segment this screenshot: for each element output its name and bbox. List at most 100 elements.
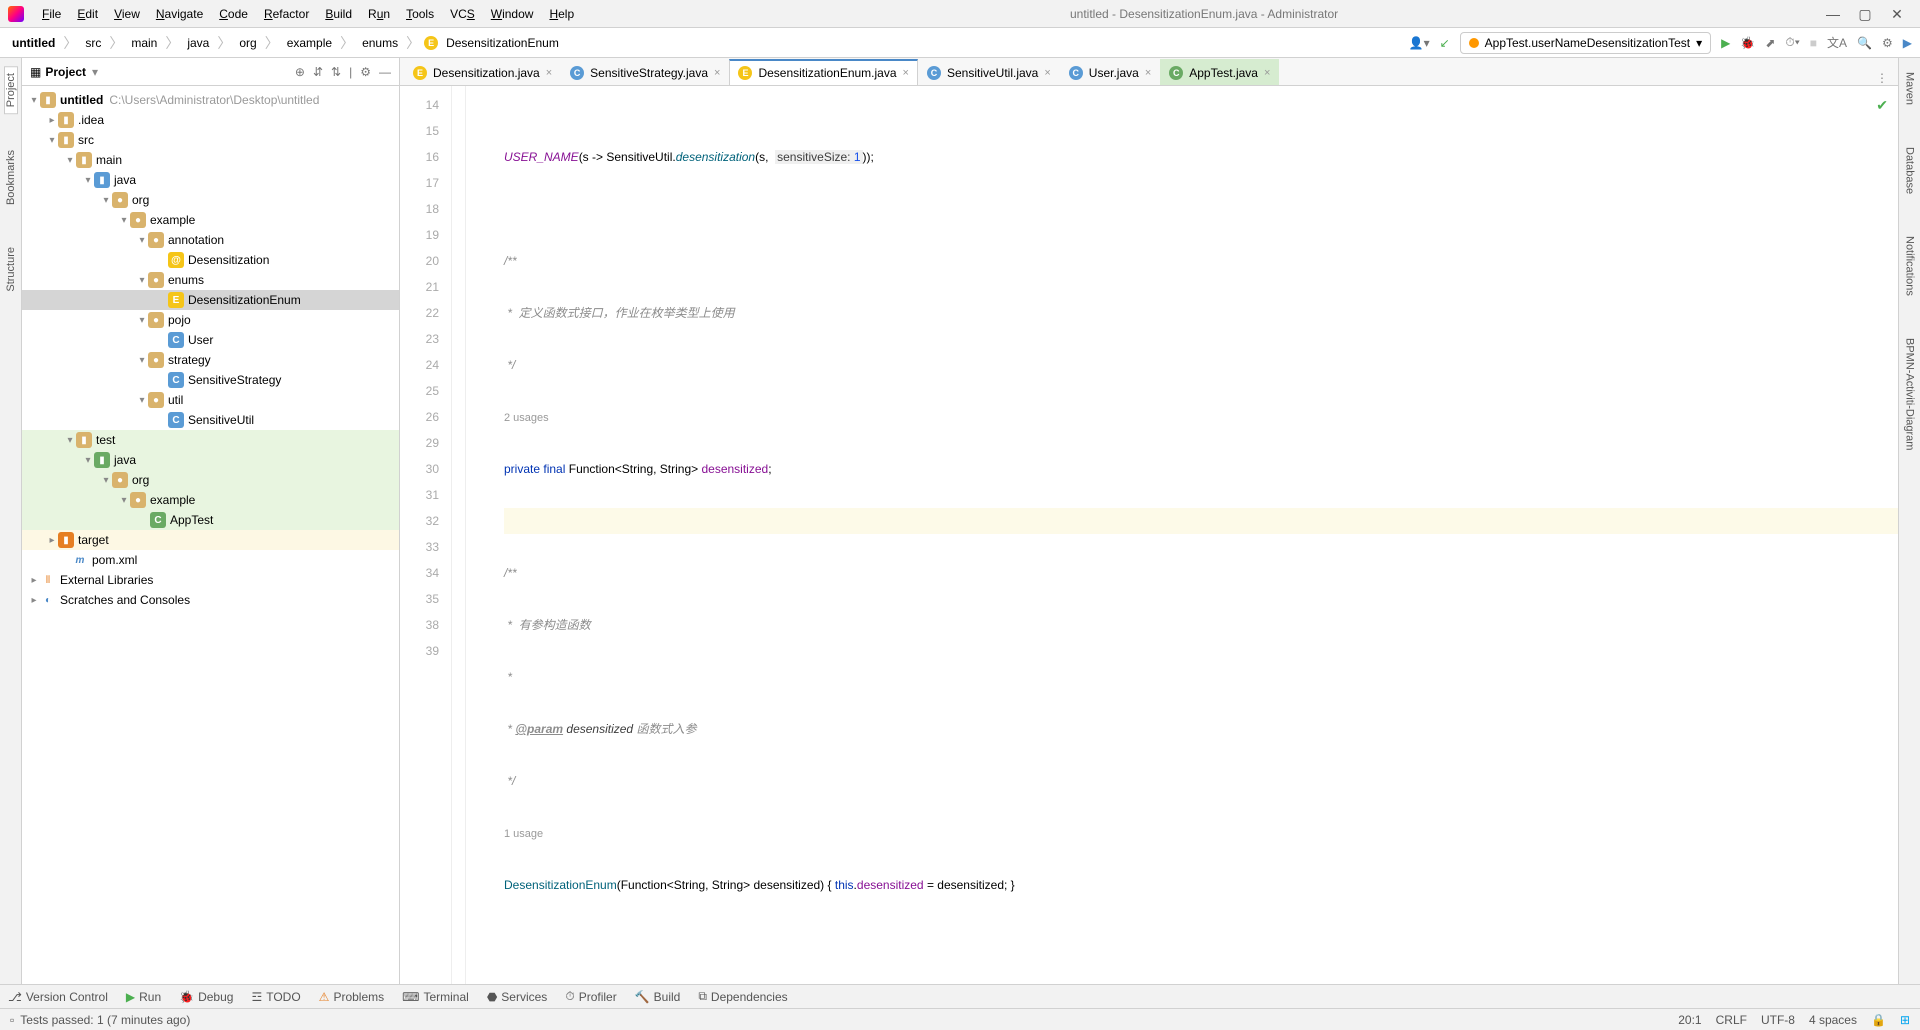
tree-test[interactable]: ▾▮test — [22, 430, 399, 450]
tool-services[interactable]: ⬣Services — [487, 990, 548, 1004]
inspection-ok-icon[interactable]: ✔ — [1876, 92, 1888, 118]
tree-test-org[interactable]: ▾●org — [22, 470, 399, 490]
menu-navigate[interactable]: Navigate — [148, 4, 211, 24]
bc-class[interactable]: DesensitizationEnum — [442, 34, 563, 52]
close-tab-icon[interactable]: × — [1264, 67, 1270, 79]
tool-terminal[interactable]: ⌨Terminal — [402, 990, 469, 1004]
locate-icon[interactable]: ⊕ — [295, 65, 305, 79]
tab-menu-icon[interactable]: ⋮ — [1866, 71, 1898, 85]
menu-help[interactable]: Help — [541, 4, 582, 24]
tree-scratches[interactable]: ▸◐Scratches and Consoles — [22, 590, 399, 610]
tree-util[interactable]: ▾●util — [22, 390, 399, 410]
code-content[interactable]: ✔ USER_NAME(s -> SensitiveUtil.desensiti… — [466, 86, 1898, 984]
close-tab-icon[interactable]: × — [1044, 67, 1050, 79]
run-config-selector[interactable]: AppTest.userNameDesensitizationTest ▾ — [1460, 32, 1711, 54]
readonly-icon[interactable]: 🔒 — [1871, 1013, 1886, 1027]
tab-bookmarks[interactable]: Bookmarks — [5, 144, 17, 211]
tree-enums[interactable]: ▾●enums — [22, 270, 399, 290]
minimize-icon[interactable]: — — [1826, 7, 1840, 21]
menu-tools[interactable]: Tools — [398, 4, 442, 24]
tree-pom[interactable]: mpom.xml — [22, 550, 399, 570]
maximize-icon[interactable]: ▢ — [1858, 7, 1872, 21]
run-anything-icon[interactable]: ▶ — [1903, 36, 1912, 50]
tab-user[interactable]: CUser.java× — [1060, 59, 1160, 85]
close-tab-icon[interactable]: × — [714, 67, 720, 79]
menu-file[interactable]: File — [34, 4, 69, 24]
gear-icon[interactable]: ⚙ — [360, 65, 371, 79]
search-icon[interactable]: 🔍 — [1857, 36, 1872, 50]
run-button[interactable]: ▶ — [1721, 36, 1730, 50]
bc-java[interactable]: java — [183, 34, 213, 52]
bc-untitled[interactable]: untitled — [8, 34, 59, 52]
tree-sensitive-util[interactable]: CSensitiveUtil — [22, 410, 399, 430]
tab-database[interactable]: Database — [1904, 141, 1916, 200]
tree-org[interactable]: ▾●org — [22, 190, 399, 210]
menu-vcs[interactable]: VCS — [442, 4, 483, 24]
settings-icon[interactable]: ⚙ — [1882, 36, 1893, 50]
bc-enums[interactable]: enums — [358, 34, 402, 52]
tool-build[interactable]: 🔨Build — [635, 990, 681, 1004]
tree-annotation[interactable]: ▾●annotation — [22, 230, 399, 250]
tool-version-control[interactable]: ⎇Version Control — [8, 990, 108, 1004]
tree-root[interactable]: ▾▮untitledC:\Users\Administrator\Desktop… — [22, 90, 399, 110]
tree-pojo[interactable]: ▾●pojo — [22, 310, 399, 330]
profile-button[interactable]: ⏱▾ — [1785, 35, 1799, 50]
tool-run[interactable]: ▶Run — [126, 990, 161, 1004]
bc-example[interactable]: example — [283, 34, 336, 52]
menu-code[interactable]: Code — [211, 4, 256, 24]
chevron-down-icon[interactable]: ▾ — [92, 65, 98, 79]
hide-icon[interactable]: — — [379, 65, 391, 79]
tool-profiler[interactable]: ⏱Profiler — [565, 989, 616, 1004]
indent-settings[interactable]: 4 spaces — [1809, 1013, 1857, 1027]
tab-sensitive-strategy[interactable]: CSensitiveStrategy.java× — [561, 59, 729, 85]
caret-position[interactable]: 20:1 — [1678, 1013, 1701, 1027]
tree-desensitization[interactable]: @Desensitization — [22, 250, 399, 270]
close-icon[interactable]: ✕ — [1890, 7, 1904, 21]
tree-main[interactable]: ▾▮main — [22, 150, 399, 170]
menu-window[interactable]: Window — [483, 4, 542, 24]
tab-bpmn[interactable]: BPMN-Activiti-Diagram — [1904, 332, 1916, 456]
close-tab-icon[interactable]: × — [903, 67, 909, 79]
collapse-icon[interactable]: ⇅ — [331, 65, 341, 79]
bc-main[interactable]: main — [127, 34, 161, 52]
menu-edit[interactable]: Edit — [69, 4, 106, 24]
coverage-button[interactable]: ⬈ — [1765, 36, 1775, 50]
bc-org[interactable]: org — [235, 34, 260, 52]
tree-src[interactable]: ▾▮src — [22, 130, 399, 150]
close-tab-icon[interactable]: × — [1145, 67, 1151, 79]
tab-structure[interactable]: Structure — [5, 241, 17, 298]
tree-target[interactable]: ▸▮target — [22, 530, 399, 550]
tool-todo[interactable]: ☲TODO — [251, 990, 300, 1004]
tab-project[interactable]: Project — [4, 66, 18, 114]
tree-test-example[interactable]: ▾●example — [22, 490, 399, 510]
tree-test-java[interactable]: ▾▮java — [22, 450, 399, 470]
user-icon[interactable]: 👤▾ — [1409, 36, 1430, 50]
tree-user[interactable]: CUser — [22, 330, 399, 350]
stop-button[interactable]: ■ — [1810, 36, 1817, 50]
translate-icon[interactable]: 文A — [1827, 34, 1847, 51]
close-tab-icon[interactable]: × — [546, 67, 552, 79]
tab-desensitization-enum[interactable]: EDesensitizationEnum.java× — [729, 59, 918, 85]
tree-java[interactable]: ▾▮java — [22, 170, 399, 190]
tree-desensitization-enum[interactable]: EDesensitizationEnum — [22, 290, 399, 310]
menu-refactor[interactable]: Refactor — [256, 4, 317, 24]
menu-run[interactable]: Run — [360, 4, 398, 24]
status-icon[interactable]: ▫ — [10, 1013, 14, 1027]
line-separator[interactable]: CRLF — [1716, 1013, 1747, 1027]
tree-example[interactable]: ▾●example — [22, 210, 399, 230]
debug-button[interactable]: 🐞 — [1740, 36, 1755, 50]
tab-sensitive-util[interactable]: CSensitiveUtil.java× — [918, 59, 1060, 85]
menu-build[interactable]: Build — [317, 4, 360, 24]
build-icon[interactable]: ↙ — [1440, 36, 1450, 50]
tree-external-libs[interactable]: ▸⫴External Libraries — [22, 570, 399, 590]
expand-icon[interactable]: ⇵ — [313, 65, 323, 79]
menu-view[interactable]: View — [106, 4, 148, 24]
tool-dependencies[interactable]: ⧉Dependencies — [698, 989, 787, 1004]
tree-apptest[interactable]: CAppTest — [22, 510, 399, 530]
code-editor[interactable]: 1415161718192021222324252629303132333435… — [400, 86, 1898, 984]
tree-strategy[interactable]: ▾●strategy — [22, 350, 399, 370]
tab-apptest[interactable]: CAppTest.java× — [1160, 59, 1279, 85]
tab-desensitization[interactable]: EDesensitization.java× — [404, 59, 561, 85]
tool-problems[interactable]: ⚠Problems — [319, 990, 384, 1004]
tree-idea[interactable]: ▸▮.idea — [22, 110, 399, 130]
